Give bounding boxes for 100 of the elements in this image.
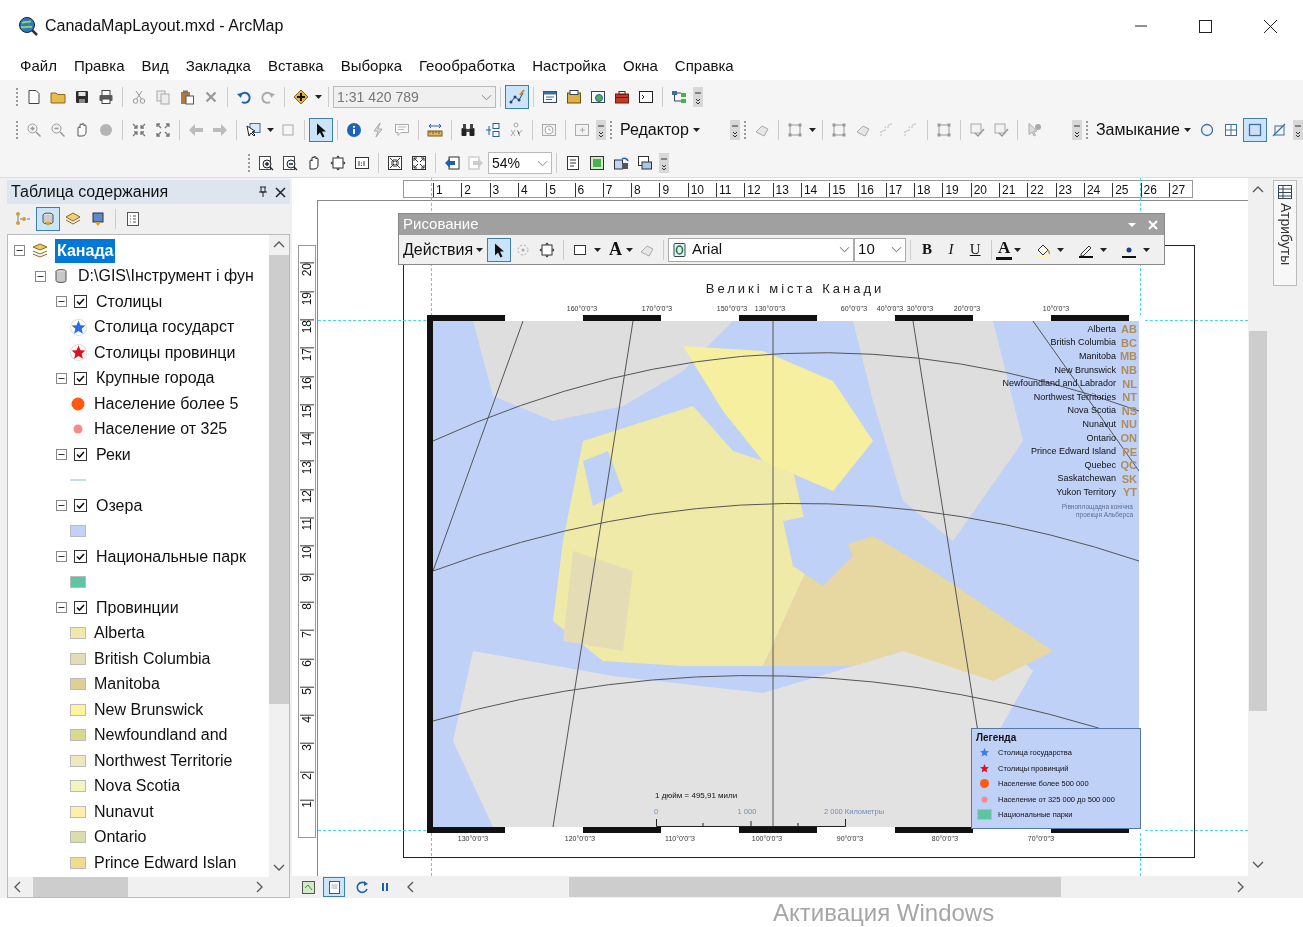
collapse-icon[interactable] <box>14 245 25 257</box>
vertices-icon[interactable] <box>830 122 847 138</box>
collapse-icon[interactable] <box>56 372 67 384</box>
pan-hand-icon[interactable] <box>74 122 90 138</box>
add-data-icon[interactable] <box>293 89 309 105</box>
chevron-left-icon[interactable] <box>14 881 21 893</box>
folder-icon[interactable] <box>50 89 66 105</box>
chevron-right-icon[interactable] <box>256 881 263 893</box>
validate-icon[interactable] <box>992 122 1009 138</box>
printer-icon[interactable] <box>98 89 114 105</box>
new-document-icon[interactable] <box>26 89 42 105</box>
scrollbar-thumb[interactable] <box>569 877 1061 897</box>
chevron-down-icon[interactable] <box>1252 861 1264 868</box>
caret-icon[interactable] <box>267 128 274 132</box>
scrollbar-thumb[interactable] <box>1249 331 1267 711</box>
chevron-up-icon[interactable] <box>1252 186 1264 193</box>
edge-snap-icon[interactable] <box>1270 122 1287 138</box>
zoom-in-icon[interactable] <box>26 122 42 138</box>
checkbox[interactable] <box>74 371 87 385</box>
tree-item-label[interactable]: Столицы <box>94 289 165 314</box>
chevron-down-icon[interactable] <box>891 246 903 253</box>
snapping-menu[interactable]: Замыкание <box>1091 118 1195 142</box>
toolbar-overflow-icon[interactable] <box>729 120 740 140</box>
refresh-icon[interactable] <box>355 880 369 894</box>
time-slider-icon[interactable] <box>541 122 557 138</box>
toolbar-overflow-icon[interactable] <box>1292 120 1303 140</box>
window-icon[interactable] <box>542 89 558 105</box>
actions-menu[interactable]: Действия <box>403 237 486 262</box>
pin-icon[interactable] <box>257 186 269 198</box>
collapse-icon[interactable] <box>56 449 67 461</box>
route-icon[interactable] <box>484 122 500 138</box>
caret-icon[interactable] <box>1143 247 1151 252</box>
fixed-zoom-out-icon[interactable] <box>155 122 171 138</box>
chevron-down-icon[interactable] <box>839 246 851 253</box>
binoculars-icon[interactable] <box>460 122 476 138</box>
caret-icon[interactable] <box>1057 247 1065 252</box>
tree-item-label[interactable]: Крупные города <box>94 366 217 391</box>
vertices-icon[interactable] <box>786 122 803 138</box>
toolbar-overflow-icon[interactable] <box>659 153 669 173</box>
undo-icon[interactable] <box>236 89 252 105</box>
menu-item[interactable]: Файл <box>13 55 64 77</box>
point-snap-icon[interactable] <box>1198 122 1215 138</box>
page-back-icon[interactable] <box>444 155 460 171</box>
save-icon[interactable] <box>74 89 90 105</box>
collapse-icon[interactable] <box>35 270 46 282</box>
bold-button[interactable]: B <box>915 238 940 261</box>
menu-item[interactable]: Вид <box>134 55 176 77</box>
menu-item[interactable]: Закладка <box>178 55 258 77</box>
underline-button[interactable]: U <box>963 238 988 261</box>
tree-item-label[interactable]: Канада <box>55 238 116 263</box>
zoom-whole-page-icon[interactable] <box>539 241 556 258</box>
maximize-icon[interactable] <box>1199 19 1212 33</box>
chevron-right-icon[interactable] <box>1237 881 1244 893</box>
chevron-up-icon[interactable] <box>273 241 285 248</box>
export-icon[interactable] <box>637 155 653 171</box>
validate-icon[interactable] <box>968 122 985 138</box>
pause-icon[interactable] <box>379 881 391 893</box>
change-layout-icon[interactable] <box>589 155 605 171</box>
font-color-button[interactable]: A <box>996 239 1013 260</box>
data-driven-pages-icon[interactable] <box>613 155 629 171</box>
menu-item[interactable]: Правка <box>66 55 132 77</box>
collapse-icon[interactable] <box>56 296 67 308</box>
caret-icon[interactable] <box>315 95 322 99</box>
zoom-field[interactable]: 54% <box>488 152 552 174</box>
checkbox[interactable] <box>74 448 87 462</box>
zoom-out-icon[interactable] <box>50 122 66 138</box>
table-icon[interactable] <box>1278 185 1292 199</box>
page-zoom-out-icon[interactable] <box>282 155 298 171</box>
editor-menu[interactable]: Редактор <box>616 118 704 142</box>
tree-item-label[interactable]: Реки <box>94 442 133 467</box>
collapse-icon[interactable] <box>56 500 67 512</box>
page-icon[interactable] <box>565 155 581 171</box>
page-pan-icon[interactable] <box>306 155 322 171</box>
page-zoom-in-icon[interactable] <box>258 155 274 171</box>
zoom-100-icon[interactable] <box>354 155 370 171</box>
command-window-icon[interactable] <box>638 89 654 105</box>
measure-ruler-icon[interactable] <box>427 122 443 138</box>
checkbox[interactable] <box>74 601 87 615</box>
toolbar-overflow-icon[interactable] <box>596 120 606 140</box>
zoom-whole-page-icon[interactable] <box>330 155 346 171</box>
text-tool-button[interactable]: A <box>607 236 625 263</box>
tree-item-label[interactable]: D:\GIS\Інструмент і фун <box>76 264 256 289</box>
attributes-tab[interactable]: Атрибуты <box>1273 180 1297 286</box>
toolbar-overflow-icon[interactable] <box>1071 120 1082 140</box>
scale-field[interactable]: 1:31 420 789 <box>333 86 496 108</box>
caret-icon[interactable] <box>1183 128 1191 132</box>
close-icon[interactable] <box>275 186 286 198</box>
menu-item[interactable]: Справка <box>667 55 741 77</box>
collapse-icon[interactable] <box>56 551 67 563</box>
caret-icon[interactable] <box>1100 247 1108 252</box>
caret-icon[interactable] <box>808 128 816 132</box>
caret-icon[interactable] <box>692 128 700 132</box>
checkbox[interactable] <box>74 295 87 309</box>
chevron-left-icon[interactable] <box>407 881 414 893</box>
italic-button[interactable]: I <box>939 238 964 261</box>
menu-item[interactable]: Выборка <box>333 55 409 77</box>
menu-item[interactable]: Вставка <box>260 55 331 77</box>
vertices-icon[interactable] <box>935 122 952 138</box>
toolbox-icon[interactable] <box>614 89 630 105</box>
tree-item-label[interactable]: Национальные парк <box>94 544 248 569</box>
